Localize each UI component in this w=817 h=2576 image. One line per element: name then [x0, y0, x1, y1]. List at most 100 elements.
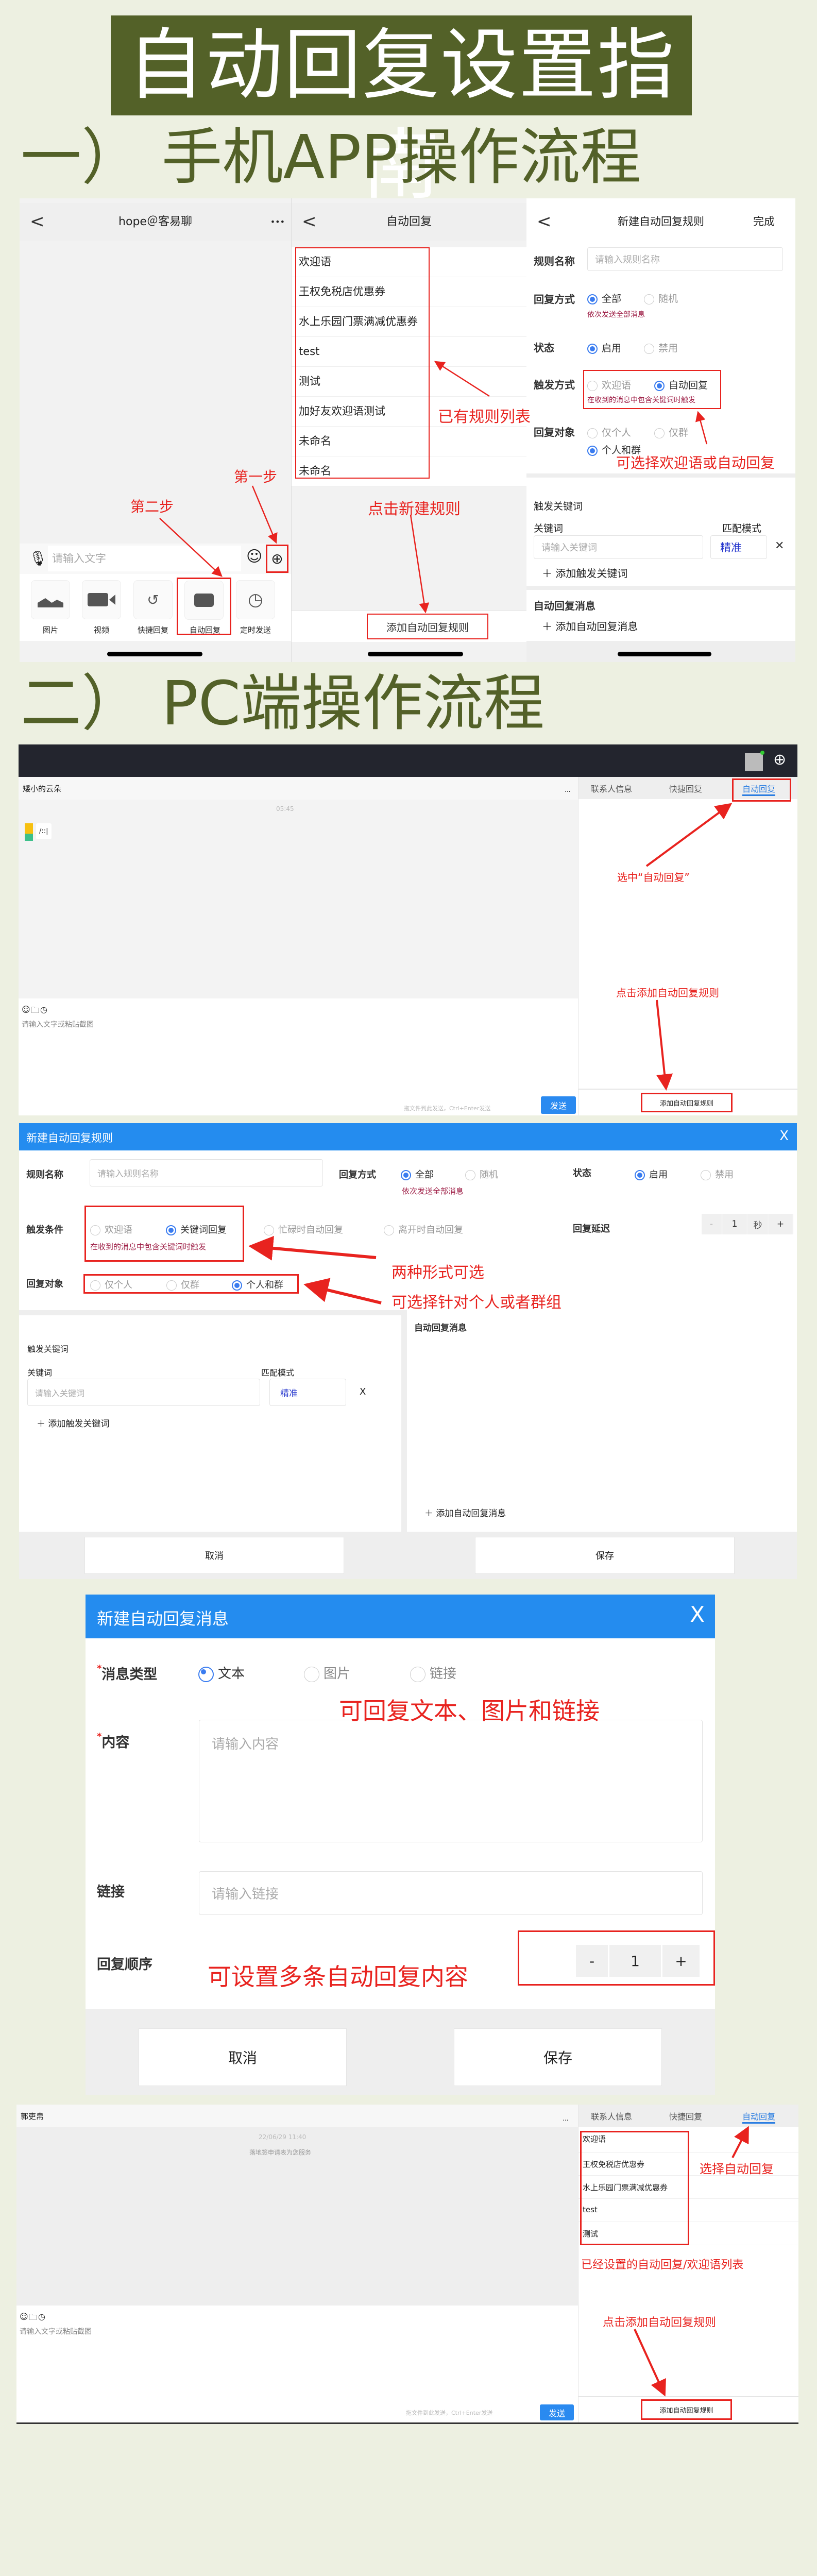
- tab-quick-reply[interactable]: 快捷回复: [669, 2110, 702, 2122]
- microphone-icon[interactable]: 🎙: [29, 550, 47, 567]
- add-message-button[interactable]: ＋ 添加自动回复消息: [542, 618, 638, 633]
- tab-quick-reply[interactable]: 快捷回复: [669, 782, 702, 794]
- radio-away-reply[interactable]: 离开时自动回复: [384, 1223, 463, 1236]
- radio-random[interactable]: 随机: [465, 1167, 498, 1181]
- increment-button[interactable]: +: [769, 1214, 792, 1234]
- radio-auto-reply[interactable]: 自动回复: [654, 378, 708, 392]
- more-icon[interactable]: •••: [270, 203, 285, 241]
- emoji-icon[interactable]: ☺: [246, 548, 262, 566]
- increment-button[interactable]: +: [662, 1945, 700, 1977]
- radio-link[interactable]: 链接: [410, 1663, 456, 1682]
- keyword-input[interactable]: 请输入关键词: [27, 1379, 260, 1406]
- add-message-label: 添加自动回复消息: [555, 620, 638, 633]
- content-textarea[interactable]: 请输入内容: [199, 1720, 703, 1842]
- radio-image[interactable]: 图片: [304, 1663, 350, 1682]
- section-heading-mobile: 一） 手机APP操作流程: [21, 122, 641, 193]
- remove-keyword-icon[interactable]: X: [360, 1386, 366, 1397]
- field-label: 回复对象: [534, 426, 575, 438]
- cancel-button[interactable]: 取消: [139, 2028, 347, 2086]
- save-button[interactable]: 保存: [454, 2028, 662, 2086]
- field-label: 规则名称: [26, 1170, 63, 1180]
- tool-auto-reply[interactable]: 自动回复: [177, 578, 231, 635]
- tool-label: 自动回复: [189, 625, 220, 635]
- message-input[interactable]: 请输入文字或粘贴截图: [20, 2326, 92, 2336]
- decrement-button[interactable]: -: [576, 1945, 608, 1977]
- radio-group-only[interactable]: 仅群: [166, 1278, 199, 1291]
- emoji-icon[interactable]: ☺: [20, 2312, 28, 2321]
- folder-icon[interactable]: 🗀: [31, 1005, 39, 1019]
- radio-personal-and-group[interactable]: 个人和群: [232, 1278, 283, 1291]
- radio-enable[interactable]: 启用: [635, 1167, 668, 1181]
- chat-text-input[interactable]: 请输入文字: [48, 546, 241, 571]
- tool-image[interactable]: [31, 580, 70, 619]
- rule-name-input[interactable]: 请输入规则名称: [90, 1159, 323, 1187]
- radio-disable[interactable]: 禁用: [701, 1167, 734, 1181]
- clock-icon[interactable]: ◷: [38, 2312, 45, 2321]
- folder-icon[interactable]: 🗀: [29, 2312, 37, 2326]
- add-message-button[interactable]: ＋ 添加自动回复消息: [424, 1506, 506, 1519]
- radio-text[interactable]: 文本: [198, 1663, 245, 1682]
- save-button[interactable]: 保存: [475, 1537, 735, 1574]
- home-indicator: [618, 652, 711, 656]
- decrement-button[interactable]: -: [702, 1214, 721, 1234]
- radio-personal-only[interactable]: 仅个人: [587, 425, 631, 439]
- remove-keyword-icon[interactable]: ✕: [775, 539, 784, 552]
- radio-group-only[interactable]: 仅群: [654, 425, 688, 439]
- type-label-text: 消息类型: [101, 1667, 158, 1683]
- delay-value[interactable]: 1: [723, 1214, 746, 1234]
- keyword-input[interactable]: 请输入关键词: [534, 535, 703, 559]
- message-input[interactable]: 请输入文字或粘贴截图: [22, 1019, 94, 1029]
- rule-name-input[interactable]: 请输入规则名称: [587, 247, 783, 271]
- tool-video[interactable]: [82, 580, 121, 619]
- radio-label: 图片: [324, 1666, 351, 1682]
- back-icon[interactable]: <: [30, 203, 45, 241]
- content-label: *内容: [97, 1731, 129, 1751]
- tab-contact-info[interactable]: 联系人信息: [591, 2110, 632, 2122]
- tab-auto-reply[interactable]: 自动回复: [742, 2110, 776, 2124]
- user-avatar[interactable]: [745, 753, 763, 771]
- tool-quick-reply[interactable]: ↺: [133, 580, 173, 619]
- add-rule-button[interactable]: 添加自动回复规则: [367, 614, 488, 639]
- radio-busy-reply[interactable]: 忙碌时自动回复: [264, 1223, 343, 1236]
- add-rule-bar: 添加自动回复规则: [578, 2396, 798, 2422]
- pc-chat-section: ⊕ 矮小的云朵 ... 05:45 /::| ☺ 🗀 ◷ 请输入文字或粘贴截图 …: [0, 744, 817, 1115]
- send-button[interactable]: 发送: [540, 2404, 574, 2420]
- radio-disable[interactable]: 禁用: [644, 341, 678, 354]
- pc-chat-window: ⊕ 矮小的云朵 ... 05:45 /::| ☺ 🗀 ◷ 请输入文字或粘贴截图 …: [19, 744, 797, 1115]
- close-icon[interactable]: X: [690, 1602, 705, 1627]
- link-input[interactable]: 请输入链接: [199, 1871, 703, 1915]
- add-keyword-button[interactable]: ＋ 添加触发关键词: [542, 565, 627, 580]
- clock-icon[interactable]: ◷: [40, 1005, 47, 1014]
- add-rule-button[interactable]: 添加自动回复规则: [641, 2399, 732, 2420]
- tool-scheduled-send[interactable]: ◷: [236, 580, 275, 619]
- match-mode-select[interactable]: 精准: [710, 535, 767, 559]
- radio-welcome[interactable]: 欢迎语: [90, 1223, 132, 1236]
- add-keyword-button[interactable]: ＋ 添加触发关键词: [37, 1416, 109, 1429]
- plus-icon[interactable]: ⊕: [266, 545, 288, 573]
- tab-contact-info[interactable]: 联系人信息: [591, 782, 632, 794]
- done-button[interactable]: 完成: [753, 203, 775, 241]
- pc-rule-list-section: 郭吏帛 ... 22/06/29 11:40 落地签申请表为您服务 ☺ 🗀 ◷ …: [0, 2105, 817, 2427]
- emoji-icon[interactable]: ☺: [22, 1005, 30, 1014]
- radio-enable[interactable]: 启用: [587, 341, 621, 354]
- radio-random[interactable]: 随机: [644, 291, 678, 305]
- back-icon[interactable]: <: [537, 203, 552, 241]
- order-value[interactable]: 1: [609, 1945, 661, 1977]
- match-mode-select[interactable]: 精准: [269, 1379, 346, 1406]
- add-rule-button[interactable]: 添加自动回复规则: [641, 1093, 733, 1112]
- radio-all[interactable]: 全部: [401, 1167, 434, 1181]
- close-icon[interactable]: X: [779, 1128, 789, 1144]
- radio-welcome[interactable]: 欢迎语: [587, 378, 631, 392]
- cancel-button[interactable]: 取消: [84, 1537, 344, 1574]
- add-icon[interactable]: ⊕: [773, 751, 786, 769]
- right-panel: 联系人信息 快捷回复 自动回复 添加自动回复规则: [578, 777, 797, 1115]
- radio-personal-only[interactable]: 仅个人: [90, 1278, 132, 1291]
- back-icon[interactable]: <: [302, 203, 317, 241]
- panel-tabs: 联系人信息 快捷回复 自动回复: [578, 2105, 798, 2127]
- more-icon[interactable]: ...: [563, 2115, 568, 2122]
- send-button[interactable]: 发送: [541, 1096, 576, 1114]
- more-icon[interactable]: ...: [565, 786, 570, 793]
- radio-keyword-reply[interactable]: 关键词回复: [166, 1223, 227, 1236]
- radio-label: 欢迎语: [105, 1225, 132, 1235]
- radio-all[interactable]: 全部: [587, 291, 621, 305]
